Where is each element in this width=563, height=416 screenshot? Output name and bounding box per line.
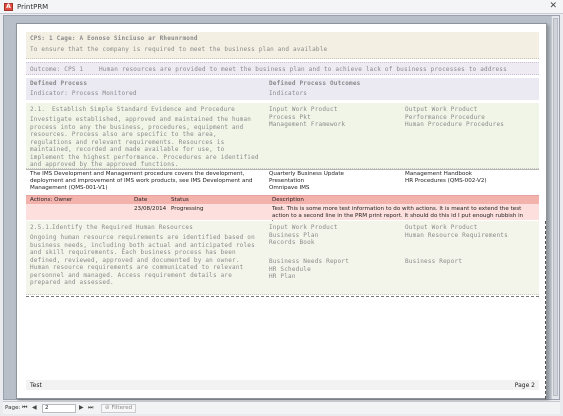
first-page-icon[interactable]: ⏮ [22,404,27,412]
margin-line [545,221,546,399]
report-page: CPS: 1 Cage: A Eonoso Sinciuso ar Rheunr… [16,23,547,399]
procedure-text: The IMS Development and Management proce… [30,171,253,191]
col2-title: Defined Process Outcomes [269,80,361,87]
page-break-line [26,296,539,297]
actions-status-header: Status [171,197,189,203]
purpose-label: Outcome: CPS 1 [30,66,84,73]
section-inputs-extra: Business Needs Report HR Schedule HR Pla… [269,258,350,280]
section-number: 2.5.1. [30,224,53,231]
section-outputs-extra: Business Report [405,258,463,265]
report-header: CPS: 1 Cage: A Eonoso Sinciuso ar Rheunr… [26,32,539,59]
page-number: Page 2 [514,382,535,389]
section-outputs: Output Work Product Performance Procedur… [405,106,505,128]
col1-sub: Indicator: Process Monitored [30,90,137,97]
header-line-2: To ensure that the company is required t… [30,46,328,53]
app-icon: A [4,3,13,11]
section-inputs: Input Work Product Business Plan Records… [269,224,338,246]
vertical-scrollbar[interactable] [551,16,559,399]
process-section-1: 2.1. Establish Simple Standard Evidence … [26,103,539,169]
prev-page-icon[interactable]: ◀ [32,404,37,411]
report-footer: Test Page 2 [26,380,539,390]
purpose-band: Outcome: CPS 1 Human resources are provi… [26,62,539,75]
col1-title: Defined Process [30,80,88,87]
next-page-icon[interactable]: ▶ [79,404,84,411]
page-label: Page: [5,405,21,411]
title-bar: A PrintPRM ✕ [0,0,563,14]
col2-sub: Indicators [269,90,308,97]
procedure-references: Management Handbook HR Procedures (QMS-0… [405,171,487,184]
page-number-input[interactable]: 2 [42,404,76,413]
section-outputs: Output Work Product Human Resource Requi… [405,224,508,239]
action-status: Progressing [171,206,204,212]
section-heading: Establish Simple Standard Evidence and P… [52,106,235,113]
section-inputs: Input Work Product Process Pkt Managemen… [269,106,346,128]
window-title: PrintPRM [17,3,49,11]
record-navigation-bar: Page: ⏮ ◀ 2 ▶ ⏭ ⊘ Filtered [3,401,560,414]
actions-date-header: Date [134,197,148,203]
action-date: 23/08/2014 [134,206,167,212]
scrollbar-thumb[interactable] [553,18,558,396]
filter-toggle[interactable]: ⊘ Filtered [101,404,137,413]
procedure-row: The IMS Development and Management proce… [26,169,539,194]
section-body: Investigate established, approved and ma… [30,116,259,168]
column-headers: Defined Process Indicator: Process Monit… [26,78,539,100]
close-icon[interactable]: ✕ [549,1,557,11]
last-page-icon[interactable]: ⏭ [88,404,93,412]
footer-left: Test [30,382,42,389]
section-heading: Identify the Required Human Resources [52,224,194,231]
actions-header: Actions: Owner Date Status Description [26,196,539,204]
actions-owner-header: Actions: Owner [30,197,73,203]
actions-description-header: Description [272,197,304,203]
section-body: Ongoing human resource requirements are … [30,234,255,286]
actions-table: Actions: Owner Date Status Description 2… [26,195,539,226]
report-viewport[interactable]: CPS: 1 Cage: A Eonoso Sinciuso ar Rheunr… [3,15,560,400]
purpose-text: Human resources are provided to meet the… [99,66,507,73]
procedure-evidence: Quarterly Business Update Presentation O… [269,171,344,191]
section-number: 2.1. [30,106,46,113]
filter-label: Filtered [111,405,133,411]
header-line-1: CPS: 1 Cage: A Eonoso Sinciuso ar Rheunr… [30,35,198,42]
process-section-3: 2.5.1. Identify the Required Human Resou… [26,221,539,295]
